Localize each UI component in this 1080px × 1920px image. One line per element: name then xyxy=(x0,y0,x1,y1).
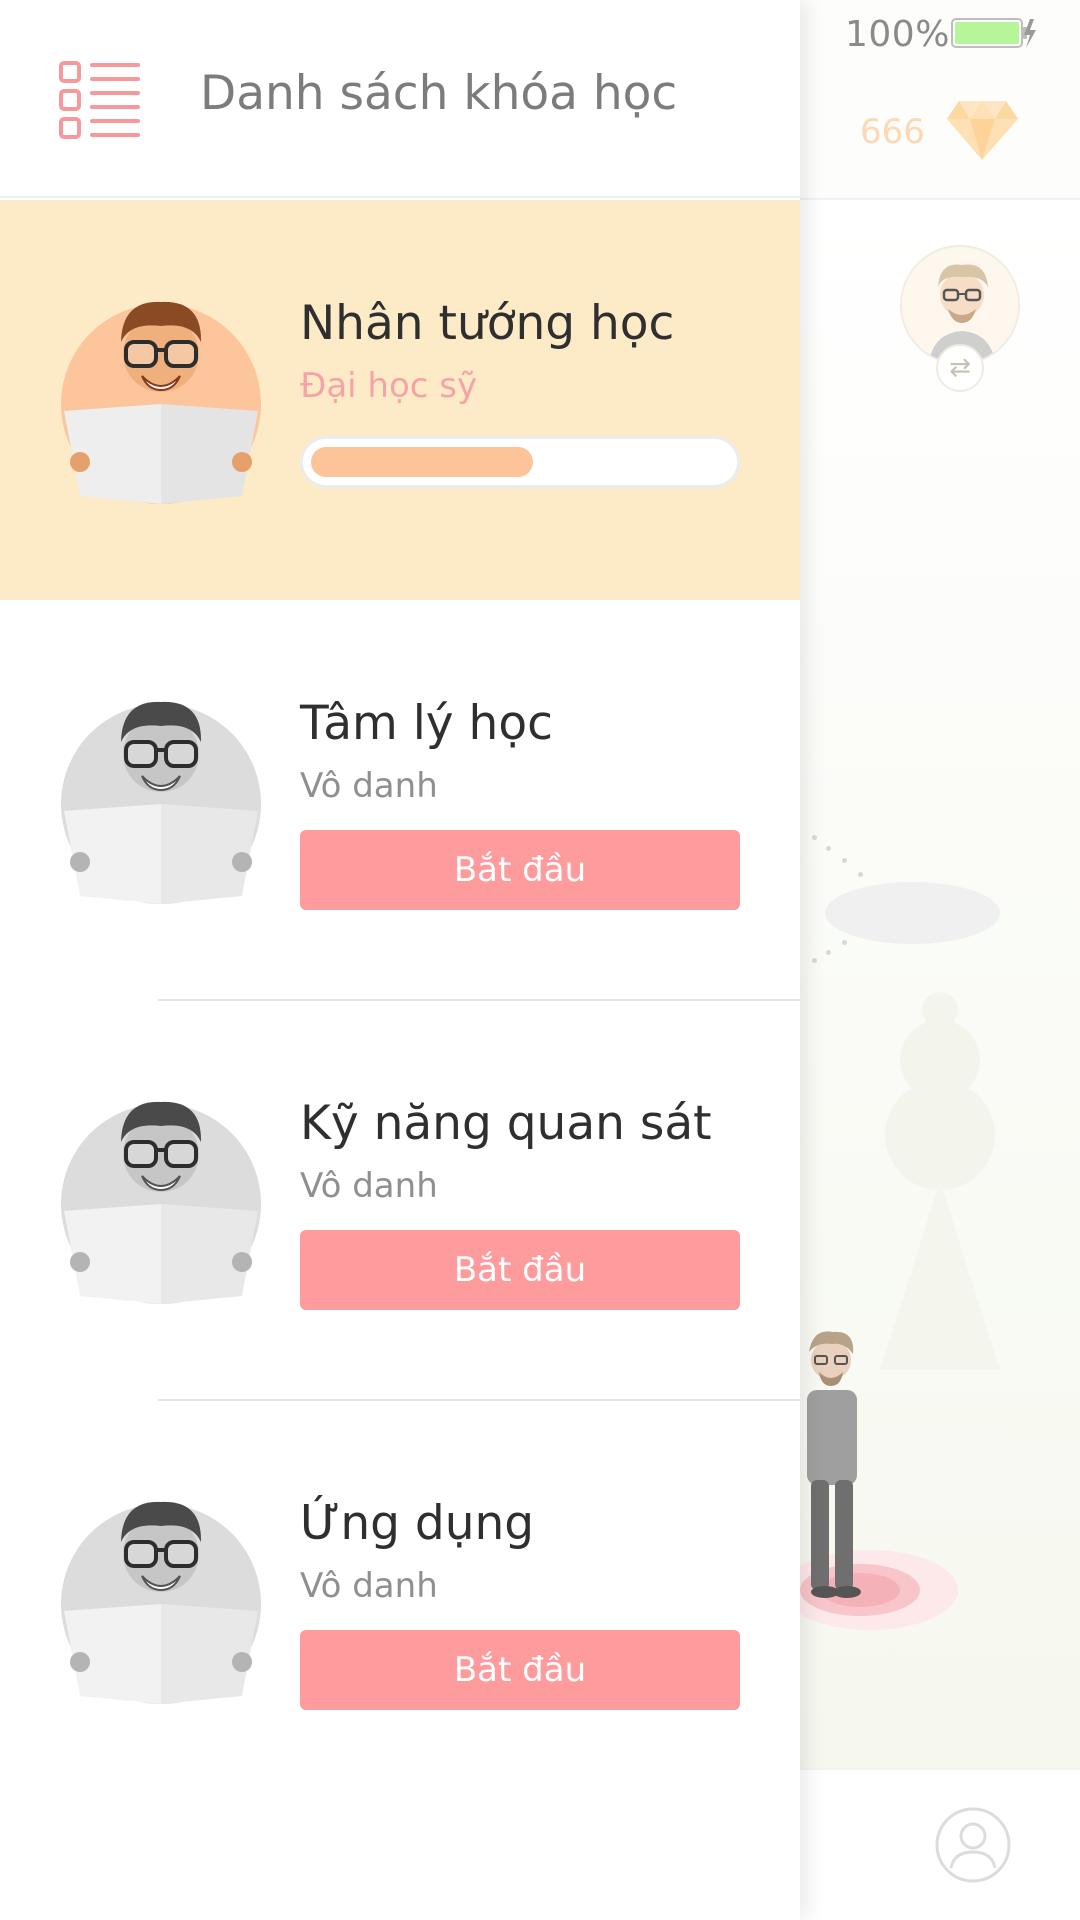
diamond-icon[interactable] xyxy=(945,97,1020,163)
swap-icon[interactable]: ⇄ xyxy=(936,344,984,392)
player-character xyxy=(807,1331,861,1598)
course-item-tam-ly-hoc[interactable]: Tâm lý học Vô danh Bắt đầu xyxy=(0,600,800,1000)
reader-avatar-icon xyxy=(61,701,261,904)
reader-avatar-icon xyxy=(61,1101,261,1304)
course-item-nhan-tuong-hoc[interactable]: Nhân tướng học Đại học sỹ xyxy=(0,200,800,600)
course-item-ung-dung[interactable]: Ứng dụng Vô danh Bắt đầu xyxy=(0,1400,800,1800)
course-level: Vô danh xyxy=(300,1166,438,1206)
bubble-dot xyxy=(826,950,831,955)
start-button[interactable]: Bắt đầu xyxy=(300,1630,740,1710)
course-name: Kỹ năng quan sát xyxy=(300,1096,712,1151)
bubble-dot xyxy=(826,846,831,851)
header-divider xyxy=(800,198,1080,200)
course-name: Tâm lý học xyxy=(300,696,553,751)
list-menu-icon[interactable] xyxy=(58,60,142,140)
bubble-dot xyxy=(812,958,817,963)
bubble-dot xyxy=(842,940,847,945)
bubble-dot xyxy=(858,872,863,877)
speech-bubble xyxy=(825,882,1000,944)
battery-percentage: 100% xyxy=(845,14,950,55)
tree-decoration xyxy=(880,992,1000,1370)
start-button[interactable]: Bắt đầu xyxy=(300,830,740,910)
course-progress-bar xyxy=(300,436,740,488)
start-button[interactable]: Bắt đầu xyxy=(300,1230,740,1310)
bubble-dot xyxy=(842,858,847,863)
drawer-header: Danh sách khóa học xyxy=(0,0,800,198)
bubble-dot xyxy=(812,835,817,840)
course-level: Đại học sỹ xyxy=(300,366,478,406)
course-item-ky-nang-quan-sat[interactable]: Kỹ năng quan sát Vô danh Bắt đầu xyxy=(0,1000,800,1400)
gem-count: 666 xyxy=(860,112,925,152)
drawer-title: Danh sách khóa học xyxy=(200,66,678,121)
course-name: Nhân tướng học xyxy=(300,296,675,351)
course-level: Vô danh xyxy=(300,1566,438,1606)
reader-avatar-icon xyxy=(61,1501,261,1704)
course-list-drawer: Danh sách khóa học Nhân tướng học Đại họ… xyxy=(0,0,800,1920)
progress-fill xyxy=(311,447,533,477)
user-profile-icon[interactable] xyxy=(934,1806,1012,1884)
battery-icon xyxy=(951,18,1036,48)
reader-avatar-icon xyxy=(61,301,261,504)
course-name: Ứng dụng xyxy=(300,1496,535,1551)
course-level: Vô danh xyxy=(300,766,438,806)
